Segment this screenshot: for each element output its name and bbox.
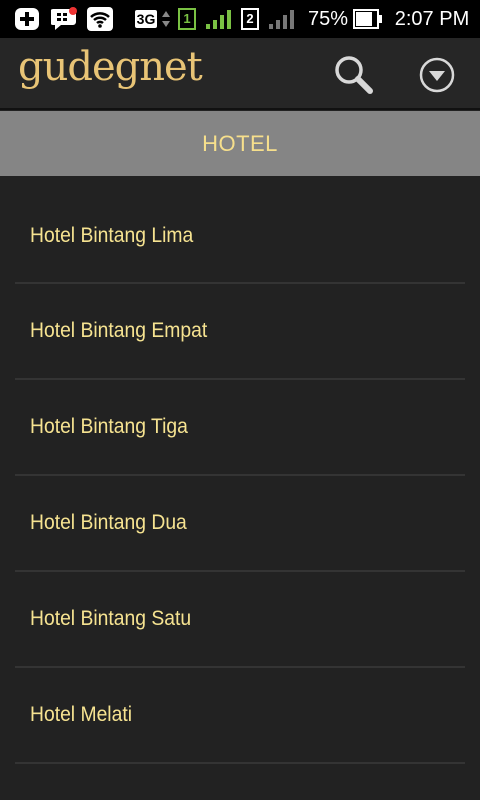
add-notification-icon: [12, 0, 42, 38]
clock: 2:07 PM: [394, 7, 470, 30]
section-title: HOTEL: [202, 130, 278, 156]
battery-percent: 75%: [307, 7, 349, 30]
signal-strength-sim1-icon: [204, 0, 234, 38]
list-item[interactable]: Hotel Bintang Dua: [15, 476, 465, 572]
list-item-label: Hotel Bintang Dua: [30, 511, 187, 534]
app-bar: gudegnet: [0, 38, 480, 110]
list-item[interactable]: Hotel Bintang Lima: [15, 190, 465, 284]
list-item[interactable]: Hotel Melati: [15, 668, 465, 764]
list-item[interactable]: Hotel Bintang Satu: [15, 572, 465, 668]
sim2-badge: 2: [239, 0, 261, 38]
list-item-label: Hotel Bintang Empat: [30, 319, 208, 342]
list-item[interactable]: Hotel Bintang Tiga: [15, 380, 465, 476]
list-item-label: Hotel Melati: [30, 703, 133, 726]
signal-strength-sim2-icon: [267, 0, 297, 38]
list-item-label: Hotel Bintang Lima: [30, 224, 194, 247]
dropdown-menu-icon[interactable]: [414, 52, 460, 98]
hotel-category-list: Hotel Bintang Lima Hotel Bintang Empat H…: [15, 190, 465, 764]
sim1-badge: 1: [176, 0, 198, 38]
bbm-notification-icon: [50, 0, 80, 38]
app-logo: gudegnet: [18, 44, 203, 90]
wifi-icon: [86, 0, 114, 38]
section-header: HOTEL: [0, 111, 480, 176]
status-bar: 3G 1 2 75% 2:07 PM: [0, 0, 480, 38]
search-icon[interactable]: [330, 52, 376, 98]
list-item-label: Hotel Bintang Tiga: [30, 415, 188, 438]
battery-icon: [352, 0, 384, 38]
list-item-label: Hotel Bintang Satu: [30, 607, 192, 630]
list-item[interactable]: Hotel Bintang Empat: [15, 284, 465, 380]
network-type-label: 3G: [134, 10, 158, 28]
data-arrows-icon: [160, 0, 172, 38]
